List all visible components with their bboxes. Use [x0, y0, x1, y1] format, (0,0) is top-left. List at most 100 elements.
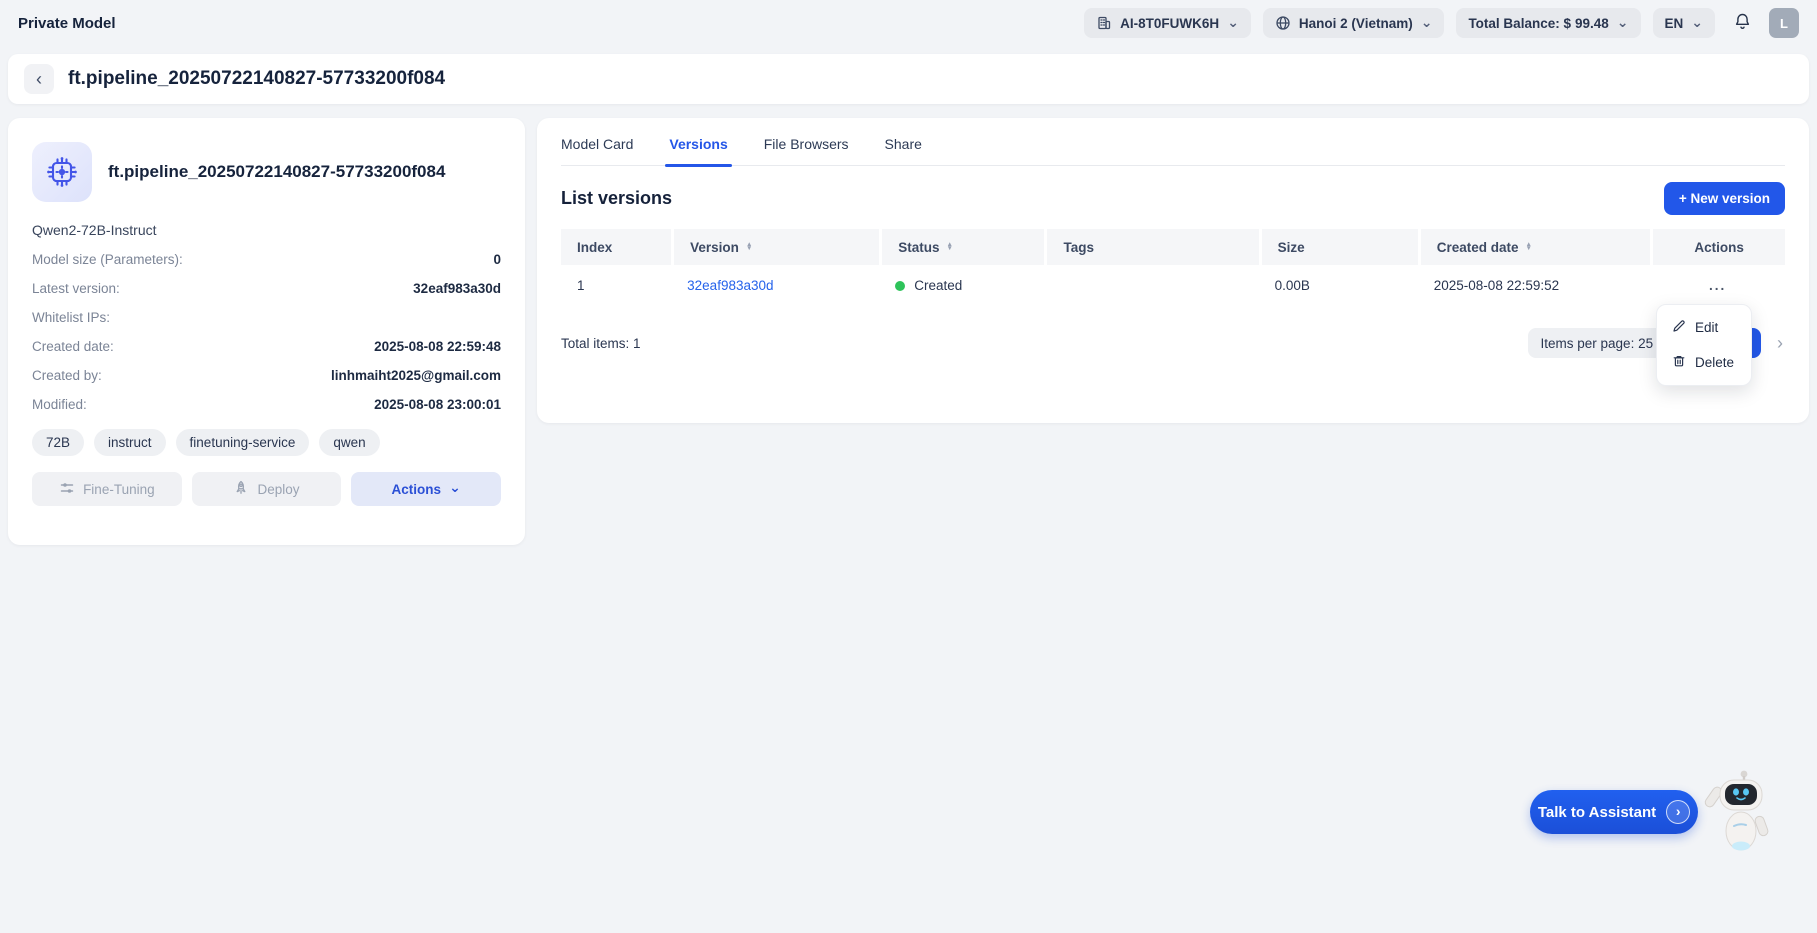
tag-chip: qwen: [319, 429, 380, 456]
model-summary-card: ft.pipeline_20250722140827-57733200f084 …: [8, 118, 525, 545]
sort-icon[interactable]: ▲ ▼: [746, 241, 752, 252]
property-row: Latest version: 32eaf983a30d: [32, 281, 501, 296]
property-value: linhmaiht2025@gmail.com: [331, 368, 501, 383]
status-label: Created: [914, 278, 963, 293]
topbar: Private Model AI-8T0FUWK6H ⌄ Hanoi 2 (Vi…: [0, 0, 1817, 46]
table-header-row: Index Version ▲ ▼ Status ▲ ▼ Tags Size C…: [561, 229, 1785, 265]
breadcrumb-title: ft.pipeline_20250722140827-57733200f084: [68, 68, 446, 89]
property-label: Modified:: [32, 397, 87, 412]
cell-index: 1: [577, 278, 585, 293]
chevron-down-icon: ⌄: [1420, 13, 1433, 30]
base-model-name: Qwen2-72B-Instruct: [32, 222, 157, 238]
topbar-right: AI-8T0FUWK6H ⌄ Hanoi 2 (Vietnam) ⌄ Total…: [1084, 8, 1799, 38]
sort-icon[interactable]: ▲ ▼: [1526, 241, 1532, 252]
region-selector[interactable]: Hanoi 2 (Vietnam) ⌄: [1262, 8, 1445, 38]
deploy-button[interactable]: Deploy: [191, 472, 342, 506]
header-version[interactable]: Version ▲ ▼: [671, 229, 880, 265]
property-label: Created date:: [32, 339, 114, 354]
actions-label: Actions: [391, 481, 442, 497]
notifications-button[interactable]: [1727, 8, 1757, 38]
menu-item-delete[interactable]: Delete: [1657, 345, 1751, 380]
balance-value: 99.48: [1574, 15, 1609, 31]
sliders-icon: [59, 480, 75, 499]
tab-versions[interactable]: Versions: [665, 136, 733, 167]
list-versions-title: List versions: [561, 188, 673, 208]
property-row: Model size (Parameters): 0: [32, 252, 501, 267]
header-created-date[interactable]: Created date ▲ ▼: [1417, 229, 1651, 265]
model-detail-panel: Model Card Versions File Browsers Share …: [537, 118, 1809, 423]
chevron-left-icon: ‹: [36, 68, 42, 89]
balance-selector[interactable]: Total Balance: $ 99.48 ⌄: [1456, 8, 1641, 38]
next-page-button[interactable]: ›: [1775, 333, 1785, 354]
cell-size: 0.00B: [1274, 278, 1310, 293]
chevron-down-icon: ⌄: [1691, 13, 1703, 30]
assistant-robot-mascot[interactable]: [1698, 768, 1782, 863]
tag-chip: finetuning-service: [175, 429, 310, 456]
arrow-right-icon: ›: [1666, 800, 1691, 824]
chevron-down-icon: ⌄: [449, 479, 461, 495]
back-button[interactable]: ‹: [24, 64, 54, 94]
table-row: 1 32eaf983a30d Created 0.00B 2025-08-08 …: [561, 265, 1785, 306]
tag-chip: instruct: [94, 429, 166, 456]
tag-chip: 72B: [32, 429, 85, 456]
tab-model-card[interactable]: Model Card: [561, 136, 633, 165]
property-label: Created by:: [32, 368, 102, 383]
property-value: 2025-08-08 23:00:01: [374, 397, 501, 412]
total-items-label: Total items: 1: [561, 335, 641, 351]
talk-to-assistant-button[interactable]: Talk to Assistant ›: [1530, 790, 1698, 834]
items-per-page-label: Items per page: 25: [1540, 335, 1654, 351]
row-actions-menu: Edit Delete: [1656, 304, 1752, 386]
model-card-buttons: Fine-Tuning Deploy Actions ⌄: [32, 472, 502, 506]
deploy-label: Deploy: [257, 481, 300, 497]
model-chip-icon: [32, 142, 92, 202]
header-actions: Actions: [1650, 229, 1785, 265]
header-status[interactable]: Status ▲ ▼: [879, 229, 1045, 265]
property-label: Model size (Parameters):: [32, 252, 183, 267]
property-label: Whitelist IPs:: [32, 310, 111, 325]
header-tags: Tags: [1044, 229, 1259, 265]
tab-file-browsers[interactable]: File Browsers: [764, 136, 849, 165]
versions-table: Index Version ▲ ▼ Status ▲ ▼ Tags Size C…: [561, 229, 1785, 306]
chevron-down-icon: ⌄: [1227, 13, 1239, 30]
menu-item-edit[interactable]: Edit: [1657, 310, 1751, 345]
org-selector[interactable]: AI-8T0FUWK6H ⌄: [1084, 8, 1251, 38]
property-row: Created by: linhmaiht2025@gmail.com: [32, 368, 501, 383]
property-value: 0: [493, 252, 501, 267]
rocket-icon: [233, 480, 249, 499]
status-dot-icon: [895, 280, 906, 291]
property-row: Whitelist IPs:: [32, 310, 501, 325]
sort-icon[interactable]: ▲ ▼: [947, 241, 953, 252]
breadcrumb: ‹ ft.pipeline_20250722140827-57733200f08…: [8, 54, 1809, 104]
header-index: Index: [561, 229, 672, 265]
language-selector-label: EN: [1664, 15, 1684, 31]
balance-label: Total Balance: $: [1468, 15, 1571, 31]
property-label: Latest version:: [32, 281, 120, 296]
header-size: Size: [1258, 229, 1418, 265]
tab-share[interactable]: Share: [885, 136, 922, 165]
chevron-down-icon: ⌄: [1616, 13, 1629, 30]
actions-button[interactable]: Actions ⌄: [351, 472, 502, 506]
new-version-button[interactable]: + New version: [1663, 182, 1785, 215]
language-selector[interactable]: EN ⌄: [1652, 8, 1715, 38]
org-selector-label: AI-8T0FUWK6H: [1120, 15, 1220, 31]
globe-icon: [1275, 15, 1291, 31]
cell-tags: [1044, 265, 1258, 306]
page-title: Private Model: [18, 14, 116, 32]
bell-icon: [1733, 12, 1752, 34]
talk-to-assistant-label: Talk to Assistant: [1537, 803, 1657, 821]
property-row: Created date: 2025-08-08 22:59:48: [32, 339, 501, 354]
menu-item-delete-label: Delete: [1695, 355, 1735, 370]
model-name: ft.pipeline_20250722140827-57733200f084: [108, 162, 446, 182]
version-link[interactable]: 32eaf983a30d: [687, 278, 773, 293]
avatar[interactable]: L: [1769, 8, 1799, 38]
pencil-icon: [1672, 319, 1686, 336]
cell-created-date: 2025-08-08 22:59:52: [1433, 278, 1560, 293]
property-row: Modified: 2025-08-08 23:00:01: [32, 397, 501, 412]
region-selector-label: Hanoi 2 (Vietnam): [1298, 15, 1413, 31]
row-actions-button[interactable]: ...: [1709, 278, 1726, 293]
menu-item-edit-label: Edit: [1695, 320, 1719, 335]
fine-tuning-button[interactable]: Fine-Tuning: [32, 472, 182, 506]
property-value: 32eaf983a30d: [413, 281, 501, 296]
list-versions-header: List versions + New version: [561, 182, 1785, 215]
table-footer: Total items: 1 Items per page: 25 ⌄ ‹ 1 …: [561, 328, 1785, 358]
